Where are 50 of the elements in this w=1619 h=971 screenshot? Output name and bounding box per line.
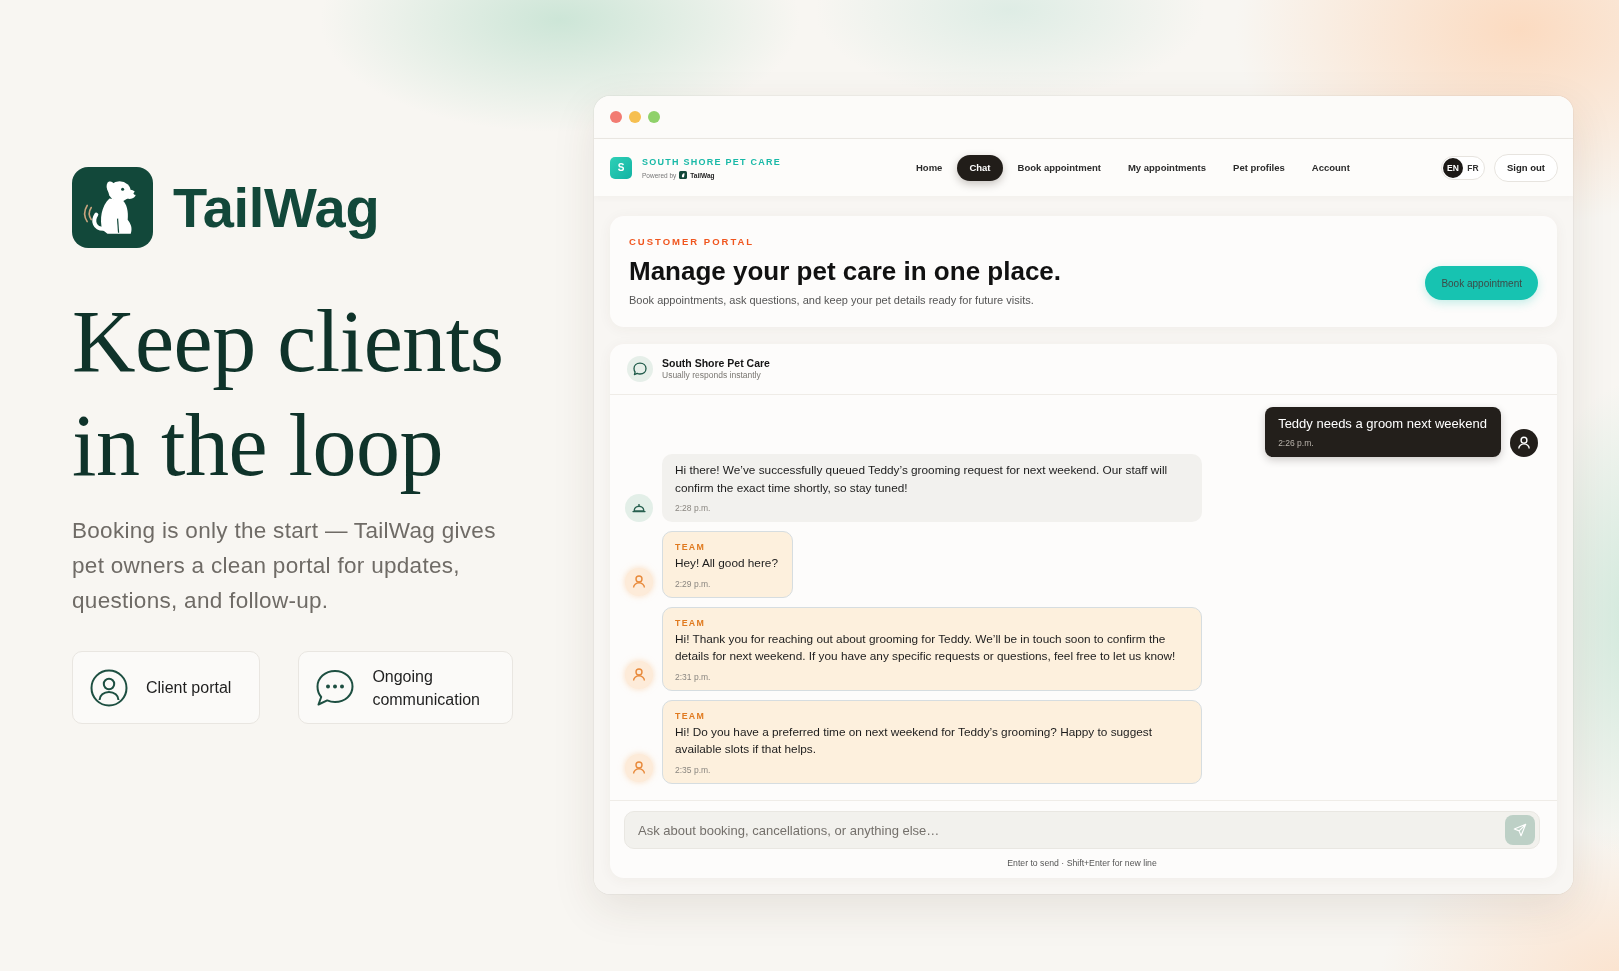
sign-out-button[interactable]: Sign out [1494, 153, 1558, 182]
message-input[interactable]: Ask about booking, cancellations, or anything else… [624, 811, 1540, 849]
message-text: Hey! All good here? [675, 555, 778, 572]
team-avatar-icon [625, 567, 653, 596]
book-appointment-button[interactable]: Book appointment [1425, 266, 1538, 300]
profile-icon [90, 668, 128, 707]
feature-label: Ongoing communication [372, 666, 481, 710]
message-text: Teddy needs a groom next weekend [1278, 415, 1487, 433]
message-text: Hi! Thank you for reaching out about grooming for Teddy. We’ll be in touch soon to confirm the details for next weekend. If you have any specific requests or questions, feel free to let us know! [675, 630, 1177, 665]
nav-tab[interactable]: Book appointment [1005, 154, 1113, 181]
window-minimize-icon[interactable] [629, 111, 641, 123]
sender-tag: TEAM [675, 709, 706, 722]
clinic-name: SOUTH SHORE PET CARE [642, 155, 781, 168]
language-option[interactable]: FR [1463, 157, 1483, 178]
user-avatar-icon [1510, 429, 1538, 457]
nav-tab[interactable]: My appointments [1115, 154, 1219, 181]
message-time: 2:26 p.m. [1278, 437, 1314, 449]
contact-status: Usually responds instantly [662, 370, 762, 381]
team-avatar-icon [625, 660, 653, 689]
bell-avatar-icon [625, 494, 653, 522]
message-time: 2:29 p.m. [675, 577, 711, 590]
nav-tab[interactable]: Account [1299, 154, 1362, 181]
window-close-icon[interactable] [610, 111, 622, 123]
hero-subtitle: Book appointments, ask questions, and keep your pet details ready for future visits. [629, 293, 1034, 308]
chat-bubble-icon [627, 356, 653, 382]
speech-bubble-icon [316, 668, 355, 707]
logo-icon [679, 171, 688, 179]
dog-logo-icon [72, 167, 153, 248]
sender-tag: TEAM [675, 616, 706, 629]
message-time: 2:35 p.m. [675, 763, 711, 776]
headline: Keep clients in the loop [72, 292, 505, 496]
message-time: 2:31 p.m. [675, 670, 711, 683]
nav-tab[interactable]: Chat [957, 154, 1003, 181]
message-text: Hi there! We’ve successfully queued Teddy’s grooming request for next weekend. Our staff will confirm the exact time shortly, so stay tuned! [675, 462, 1169, 497]
team-avatar-icon [625, 753, 653, 782]
language-option[interactable]: EN [1443, 157, 1463, 178]
hero-title: Manage your pet care in one place. [629, 256, 1062, 286]
eyebrow-label: CUSTOMER PORTAL [629, 235, 755, 249]
intro-text: Booking is only the start — TailWag gives pet owners a clean portal for updates, questions, and follow-up. [72, 517, 497, 615]
nav-tab[interactable]: Home [904, 154, 955, 181]
clinic-logo: S [610, 156, 632, 179]
message-time: 2:28 p.m. [675, 502, 711, 514]
nav-tab[interactable]: Pet profiles [1221, 154, 1297, 181]
keyboard-hint: Enter to send · Shift+Enter for new line [1007, 858, 1157, 868]
feature-label: Client portal [146, 678, 232, 698]
contact-name: South Shore Pet Care [662, 357, 770, 370]
window-zoom-icon[interactable] [648, 111, 660, 123]
sender-tag: TEAM [675, 541, 706, 553]
paper-plane-icon [1513, 823, 1527, 837]
message-text: Hi! Do you have a preferred time on next weekend for Teddy’s grooming? Happy to suggest available slots if that helps. [675, 723, 1153, 758]
